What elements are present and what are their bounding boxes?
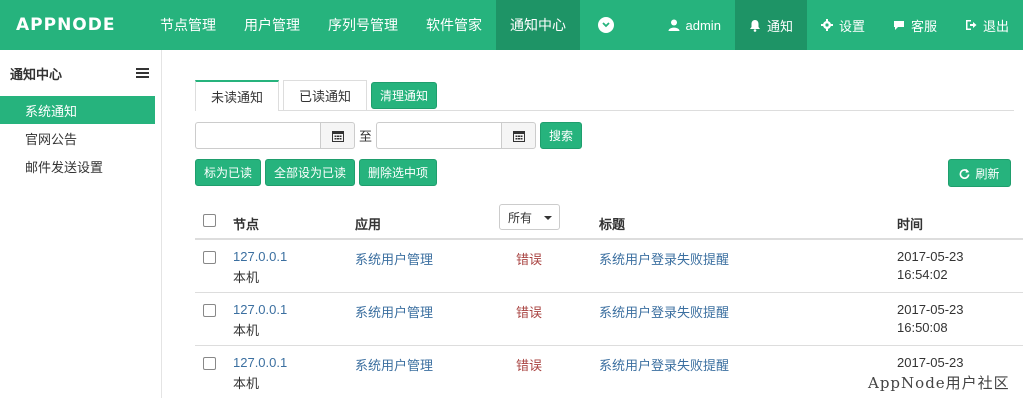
nav-notification-center[interactable]: 通知中心 xyxy=(496,0,580,50)
column-title: 标题 xyxy=(599,217,626,232)
bell-icon xyxy=(749,19,760,32)
sidebar-item-system-notifications[interactable]: 系统通知 xyxy=(0,96,155,124)
node-ip-link[interactable]: 127.0.0.1 xyxy=(233,302,287,317)
node-ip-link[interactable]: 127.0.0.1 xyxy=(233,355,287,370)
app-link[interactable]: 系统用户管理 xyxy=(355,249,433,268)
start-date-group xyxy=(195,122,355,149)
chat-icon xyxy=(893,20,904,30)
notification-title-link[interactable]: 系统用户登录失败提醒 xyxy=(599,249,729,268)
refresh-button[interactable]: 刷新 xyxy=(948,159,1011,187)
node-host: 本机 xyxy=(233,270,260,285)
logout-label: 退出 xyxy=(982,18,1009,34)
calendar-icon[interactable] xyxy=(320,122,355,149)
gear-icon xyxy=(820,19,833,31)
notification-time: 16:54:02 xyxy=(897,267,948,282)
sidebar-header: 通知中心 xyxy=(0,50,161,96)
column-node: 节点 xyxy=(233,217,260,232)
notification-date: 2017-05-23 xyxy=(897,355,964,370)
sidebar-item-mail-settings[interactable]: 邮件发送设置 xyxy=(0,152,161,180)
chevron-down-icon xyxy=(598,17,614,33)
nav-more-dropdown[interactable] xyxy=(580,0,632,50)
row-checkbox[interactable] xyxy=(203,357,216,370)
nav-right-group: admin 通知 设置 客服 退出 xyxy=(654,0,1023,50)
delete-selected-button[interactable]: 删除选中项 xyxy=(359,159,438,186)
node-host: 本机 xyxy=(233,376,260,391)
main-nav: 节点管理 用户管理 序列号管理 软件管家 通知中心 xyxy=(146,0,632,50)
settings-label: 设置 xyxy=(838,18,865,34)
level-filter-value: 所有 xyxy=(508,210,533,225)
notification-date: 2017-05-23 xyxy=(897,302,964,317)
sidebar: 通知中心 系统通知 官网公告 邮件发送设置 xyxy=(0,50,162,398)
app-link[interactable]: 系统用户管理 xyxy=(355,355,433,374)
notification-title-link[interactable]: 系统用户登录失败提醒 xyxy=(599,302,729,321)
top-navbar: APPNODE 节点管理 用户管理 序列号管理 软件管家 通知中心 admin … xyxy=(0,0,1023,50)
search-button[interactable]: 搜索 xyxy=(540,122,583,149)
user-name: admin xyxy=(685,17,721,33)
mark-read-button[interactable]: 标为已读 xyxy=(195,159,262,186)
user-icon xyxy=(668,19,680,31)
nav-logout[interactable]: 退出 xyxy=(951,0,1023,50)
tab-unread[interactable]: 未读通知 xyxy=(195,80,280,111)
nav-software-manager[interactable]: 软件管家 xyxy=(412,0,496,50)
row-checkbox[interactable] xyxy=(203,251,216,264)
end-date-input[interactable] xyxy=(376,122,502,149)
level-filter-select[interactable]: 所有 xyxy=(499,204,560,230)
main-content: 未读通知 已读通知 清理通知 至 搜索 标为已读 全部设为已读 删除选中项 刷新 xyxy=(162,50,1023,398)
notification-title-link[interactable]: 系统用户登录失败提醒 xyxy=(599,355,729,374)
table-row: 127.0.0.1 本机 系统用户管理 错误 系统用户登录失败提醒 2017-0… xyxy=(195,293,1023,346)
app-link[interactable]: 系统用户管理 xyxy=(355,302,433,321)
notification-date: 2017-05-23 xyxy=(897,249,964,264)
notification-table: 节点 应用 所有 标题 时间 127.0.0.1 本机 系统用户管理 错误 系统… xyxy=(195,201,1023,398)
calendar-icon[interactable] xyxy=(501,122,537,149)
refresh-label: 刷新 xyxy=(975,166,1000,181)
notify-label: 通知 xyxy=(766,18,793,34)
nav-user-management[interactable]: 用户管理 xyxy=(230,0,314,50)
refresh-icon xyxy=(960,168,970,179)
row-checkbox[interactable] xyxy=(203,304,216,317)
date-range-separator: 至 xyxy=(359,129,373,144)
notification-time: 16:50:08 xyxy=(897,320,948,335)
start-date-input[interactable] xyxy=(195,122,320,149)
level-badge: 错误 xyxy=(516,252,543,267)
nav-support[interactable]: 客服 xyxy=(879,0,951,50)
level-badge: 错误 xyxy=(516,305,543,320)
menu-toggle-icon[interactable] xyxy=(136,68,149,78)
level-badge: 错误 xyxy=(516,358,543,373)
clear-notifications-button[interactable]: 清理通知 xyxy=(371,82,438,109)
logout-icon xyxy=(965,20,977,30)
sidebar-item-official-announcements[interactable]: 官网公告 xyxy=(0,124,161,152)
select-all-checkbox[interactable] xyxy=(203,214,216,227)
nav-serial-management[interactable]: 序列号管理 xyxy=(314,0,412,50)
nav-user-account[interactable]: admin xyxy=(654,0,735,50)
column-time: 时间 xyxy=(897,217,924,232)
tab-read[interactable]: 已读通知 xyxy=(283,80,368,110)
table-row: 127.0.0.1 本机 系统用户管理 错误 系统用户登录失败提醒 2017-0… xyxy=(195,240,1023,293)
nav-settings[interactable]: 设置 xyxy=(807,0,879,50)
sidebar-title: 通知中心 xyxy=(10,66,63,82)
end-date-group xyxy=(376,122,537,149)
date-filter: 至 搜索 xyxy=(195,122,583,149)
column-app: 应用 xyxy=(355,217,382,232)
nav-node-management[interactable]: 节点管理 xyxy=(146,0,230,50)
caret-down-icon xyxy=(544,216,552,220)
watermark-text: AppNode用户社区 xyxy=(868,374,1010,392)
support-label: 客服 xyxy=(910,18,937,34)
mark-all-read-button[interactable]: 全部设为已读 xyxy=(265,159,356,186)
appnode-logo[interactable]: APPNODE xyxy=(0,0,146,50)
node-ip-link[interactable]: 127.0.0.1 xyxy=(233,249,287,264)
table-header: 节点 应用 所有 标题 时间 xyxy=(195,201,1023,240)
nav-notify[interactable]: 通知 xyxy=(734,0,807,50)
bulk-actions: 标为已读 全部设为已读 删除选中项 xyxy=(195,159,441,186)
notification-tabs: 未读通知 已读通知 清理通知 xyxy=(195,80,1014,111)
node-host: 本机 xyxy=(233,323,260,338)
